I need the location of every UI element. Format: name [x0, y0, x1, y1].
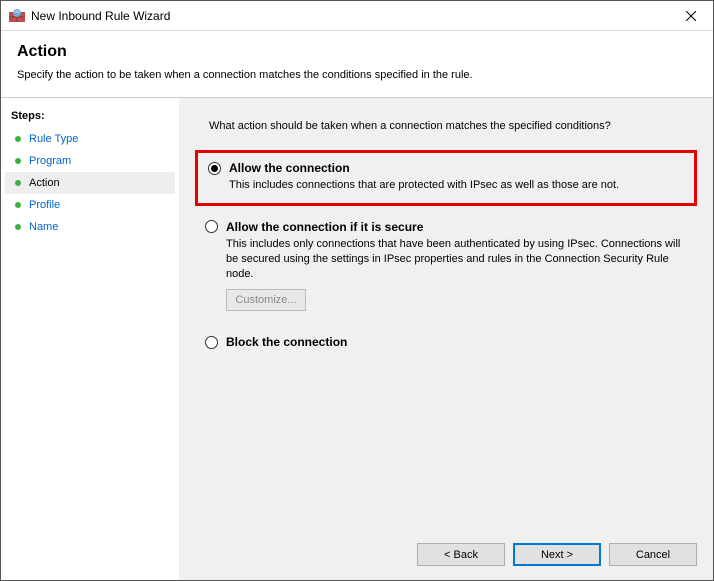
content-panel: What action should be taken when a conne…	[179, 98, 713, 580]
option-description: This includes only connections that have…	[226, 237, 687, 282]
steps-panel: Steps: Rule Type Program Action Profile …	[1, 98, 179, 580]
step-rule-type[interactable]: Rule Type	[5, 128, 175, 150]
close-button[interactable]	[668, 1, 713, 30]
radio-row: Allow the connection	[208, 161, 684, 175]
bullet-icon	[15, 158, 21, 164]
option-group: Allow the connection This includes conne…	[195, 150, 697, 365]
titlebar: New Inbound Rule Wizard	[1, 1, 713, 31]
back-button[interactable]: < Back	[417, 543, 505, 566]
bullet-icon	[15, 224, 21, 230]
footer-buttons: < Back Next > Cancel	[417, 543, 697, 566]
option-label: Block the connection	[226, 335, 347, 349]
content-intro: What action should be taken when a conne…	[209, 120, 697, 132]
step-label: Action	[29, 177, 60, 189]
option-description: This includes connections that are prote…	[229, 178, 684, 193]
step-program[interactable]: Program	[5, 150, 175, 172]
bullet-icon	[15, 202, 21, 208]
wizard-window: New Inbound Rule Wizard Action Specify t…	[0, 0, 714, 581]
radio-allow-secure[interactable]	[205, 220, 218, 233]
body-section: Steps: Rule Type Program Action Profile …	[1, 98, 713, 580]
step-label: Profile	[29, 199, 60, 211]
bullet-icon	[15, 136, 21, 142]
option-allow-connection: Allow the connection This includes conne…	[195, 150, 697, 206]
page-title: Action	[17, 43, 697, 61]
firewall-icon	[9, 8, 25, 24]
step-name[interactable]: Name	[5, 216, 175, 238]
radio-allow[interactable]	[208, 162, 221, 175]
option-allow-secure: Allow the connection if it is secure Thi…	[195, 212, 697, 322]
step-label: Name	[29, 221, 58, 233]
radio-row: Block the connection	[205, 335, 687, 349]
window-title: New Inbound Rule Wizard	[31, 9, 668, 23]
step-profile[interactable]: Profile	[5, 194, 175, 216]
step-label: Program	[29, 155, 71, 167]
steps-title: Steps:	[5, 106, 175, 128]
step-label: Rule Type	[29, 133, 78, 145]
option-label: Allow the connection	[229, 161, 350, 175]
next-button[interactable]: Next >	[513, 543, 601, 566]
option-block-connection: Block the connection	[195, 327, 697, 359]
option-label: Allow the connection if it is secure	[226, 220, 423, 234]
close-icon	[686, 11, 696, 21]
page-description: Specify the action to be taken when a co…	[17, 69, 697, 81]
radio-block[interactable]	[205, 336, 218, 349]
bullet-icon	[15, 180, 21, 186]
step-action[interactable]: Action	[5, 172, 175, 194]
radio-row: Allow the connection if it is secure	[205, 220, 687, 234]
cancel-button[interactable]: Cancel	[609, 543, 697, 566]
header-section: Action Specify the action to be taken wh…	[1, 31, 713, 98]
customize-button: Customize...	[226, 289, 306, 311]
